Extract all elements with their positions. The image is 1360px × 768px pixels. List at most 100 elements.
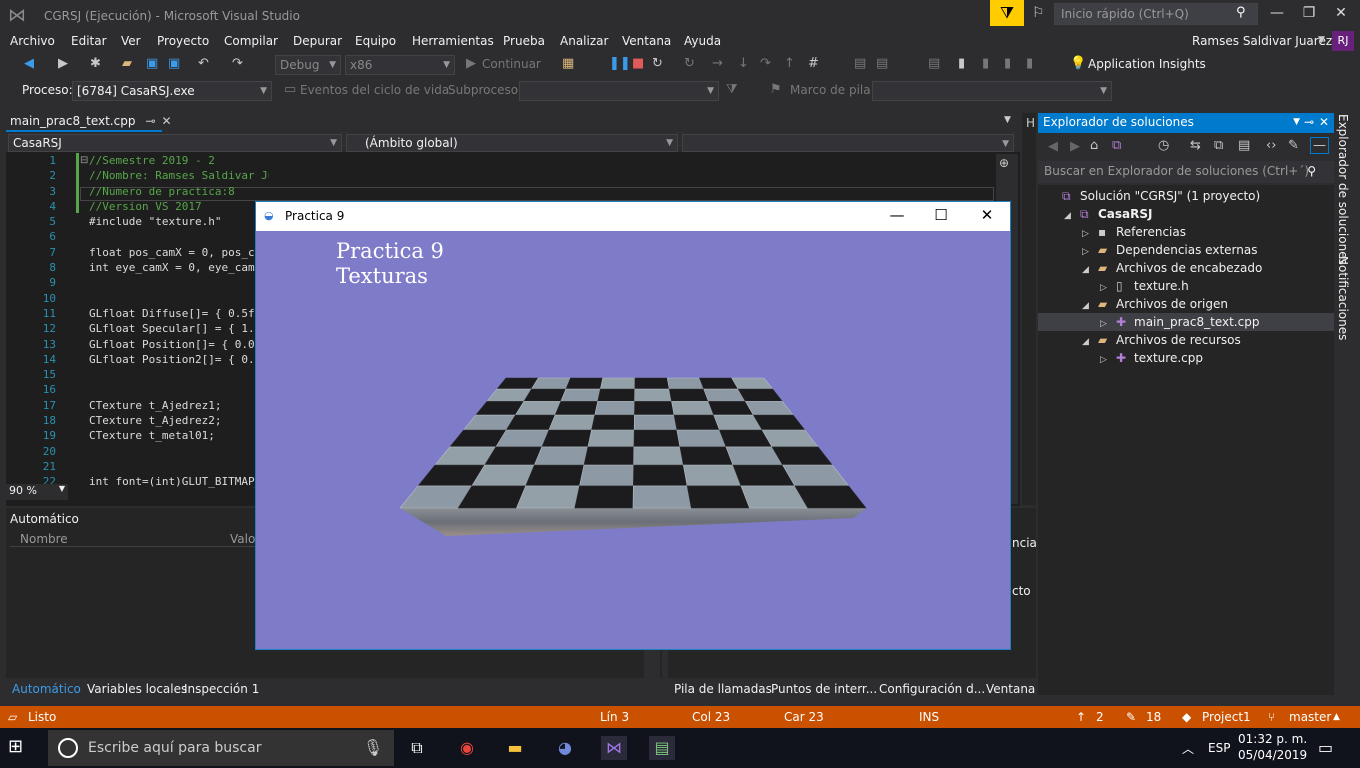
solution-search-input[interactable]: Buscar en Explorador de soluciones (Ctrl… [1038, 161, 1334, 183]
pending-changes-icon[interactable]: ◷ [1158, 138, 1169, 153]
hot-reload-icon[interactable]: ↻ [684, 56, 695, 71]
code-line[interactable]: int eye_camX = 0, eye_camY [89, 260, 269, 275]
member-select[interactable]: ▼ [682, 134, 1014, 152]
pin-icon[interactable]: ⊸ [145, 114, 155, 128]
tree-item[interactable]: ▷ ▰ Dependencias externas [1082, 241, 1257, 259]
tree-item[interactable]: ▷ ▯ texture.h [1100, 277, 1189, 295]
tab-puntos-interrupcion[interactable]: Puntos de interr... [771, 682, 877, 696]
process-icon[interactable]: ▦ [562, 56, 574, 71]
platform-select[interactable]: x86 ▼ [345, 55, 455, 75]
menu-prueba[interactable]: Prueba [503, 34, 545, 48]
menu-equipo[interactable]: Equipo [355, 34, 396, 48]
tree-item[interactable]: ◢ ⧉ CasaRSJ [1064, 205, 1153, 223]
save-icon[interactable]: ▣ [146, 56, 158, 71]
menu-editar[interactable]: Editar [71, 34, 107, 48]
code-line[interactable]: CTexture t_metal01; [89, 428, 269, 443]
collapsed-arrow-icon[interactable]: ▷ [1100, 351, 1116, 369]
thread-select[interactable]: ▼ [519, 81, 719, 101]
tab-automatico[interactable]: Automático [12, 682, 81, 696]
file-explorer-icon[interactable]: ▬ [502, 736, 528, 760]
taskbar-search-input[interactable]: Escribe aquí para buscar [48, 730, 394, 766]
expanded-arrow-icon[interactable]: ◢ [1082, 297, 1098, 315]
quick-launch-input[interactable]: Inicio rápido (Ctrl+Q) [1054, 3, 1258, 25]
code-text[interactable]: //Semestre 2019 - 2//Nombre: Ramses Sald… [89, 153, 269, 490]
menu-proyecto[interactable]: Proyecto [157, 34, 209, 48]
step-into-icon[interactable]: ↓ [738, 56, 749, 71]
code-line[interactable]: GLfloat Diffuse[]= { 0.5f, [89, 306, 269, 321]
thread-icon[interactable]: # [808, 56, 819, 71]
close-icon[interactable]: ✕ [1319, 113, 1329, 132]
bookmark-prev-icon[interactable]: ▮ [982, 56, 989, 71]
cortana-icon[interactable] [58, 738, 78, 758]
search-icon[interactable]: ⚲ [1307, 161, 1316, 181]
windows-start-icon[interactable]: ⊞ [8, 736, 38, 760]
forward-icon[interactable]: ▶ [58, 56, 68, 71]
column-name[interactable]: Nombre [20, 532, 68, 546]
avatar[interactable]: RJ [1332, 31, 1354, 51]
bookmark-icon[interactable]: ▮ [958, 56, 965, 71]
clock-time[interactable]: 01:32 p. m. [1238, 732, 1307, 746]
code-line[interactable]: GLfloat Position2[]= { 0.0 [89, 352, 269, 367]
bookmark-next-icon[interactable]: ▮ [1004, 56, 1011, 71]
pin-icon[interactable]: ⊸ [1304, 113, 1314, 132]
code-line[interactable] [89, 275, 269, 290]
chevron-up-icon[interactable]: ︿ [1182, 740, 1194, 757]
expanded-arrow-icon[interactable]: ◢ [1064, 207, 1080, 225]
code-line[interactable] [89, 382, 269, 397]
lightbulb-icon[interactable]: 💡 [1070, 56, 1086, 71]
tab-variables-locales[interactable]: Variables locales [87, 682, 187, 696]
notifications-icon[interactable]: ▭ [1318, 738, 1333, 757]
status-branch[interactable]: master [1289, 710, 1331, 724]
home-icon[interactable]: ⌂ [1090, 138, 1098, 153]
toolbar-icon[interactable]: ▤ [876, 56, 888, 71]
code-line[interactable]: CTexture t_Ajedrez1; [89, 398, 269, 413]
side-tab-notifications[interactable]: Notificaciones [1336, 256, 1350, 340]
chevron-down-icon[interactable]: ▼ [1004, 115, 1011, 125]
switch-views-icon[interactable]: ⧉ [1112, 138, 1121, 153]
status-edits[interactable]: 18 [1146, 710, 1161, 724]
menu-compilar[interactable]: Compilar [224, 34, 278, 48]
code-line[interactable] [89, 444, 269, 459]
code-line[interactable]: GLfloat Position[]= { 0.0f [89, 337, 269, 352]
filter-icon[interactable]: ⧩ [990, 0, 1024, 26]
expanded-arrow-icon[interactable]: ◢ [1082, 261, 1098, 279]
code-icon[interactable]: ‹› [1266, 138, 1276, 153]
save-all-icon[interactable]: ▣ [168, 56, 180, 71]
back-icon[interactable]: ◀ [1048, 139, 1058, 154]
minimize-button[interactable]: — [1262, 5, 1292, 21]
code-line[interactable]: //Version VS 2017 [89, 199, 269, 214]
close-button[interactable]: ✕ [975, 206, 999, 224]
tab-pila-llamadas[interactable]: Pila de llamadas [674, 682, 772, 696]
chevron-down-icon[interactable]: ▼ [1318, 35, 1325, 45]
pencil-icon[interactable]: ✎ [1126, 710, 1136, 724]
language-indicator[interactable]: ESP [1208, 741, 1230, 755]
visual-studio-taskbar-icon[interactable]: ⋈ [601, 736, 627, 760]
stack-frame-select[interactable]: ▼ [872, 81, 1112, 101]
code-line[interactable] [89, 367, 269, 382]
feedback-icon[interactable]: ⚐ [1032, 5, 1045, 21]
toolbar-icon[interactable]: ▤ [928, 56, 940, 71]
status-unpushed[interactable]: 2 [1096, 710, 1104, 724]
menu-analizar[interactable]: Analizar [560, 34, 608, 48]
minimize-button[interactable]: — [885, 206, 909, 224]
chevron-up-icon[interactable]: ▲ [1333, 712, 1340, 722]
split-icon[interactable]: ⊕ [999, 156, 1009, 170]
stop-icon[interactable]: ■ [632, 56, 644, 71]
code-line[interactable] [89, 459, 269, 474]
bookmark-clear-icon[interactable]: ▮ [1026, 56, 1033, 71]
chrome-icon[interactable]: ◉ [454, 736, 480, 760]
branch-icon[interactable]: ⑂ [1268, 710, 1275, 724]
step-over-icon[interactable]: ↷ [760, 56, 771, 71]
forward-icon[interactable]: ▶ [1070, 139, 1080, 154]
project-select[interactable]: CasaRSJ ▼ [8, 134, 342, 152]
clock-date[interactable]: 05/04/2019 [1238, 748, 1307, 762]
play-icon[interactable]: ▶ [466, 56, 476, 71]
close-button[interactable]: ✕ [1326, 5, 1356, 21]
back-icon[interactable]: ◀ [24, 56, 34, 71]
redo-icon[interactable]: ↷ [232, 56, 243, 71]
tab-main-prac8-text[interactable]: main_prac8_text.cpp ⊸ ✕ [6, 112, 172, 132]
status-project[interactable]: Project1 [1202, 710, 1251, 724]
menu-ver[interactable]: Ver [121, 34, 141, 48]
undo-icon[interactable]: ↶ [198, 56, 209, 71]
repo-icon[interactable]: ◆ [1182, 710, 1191, 724]
